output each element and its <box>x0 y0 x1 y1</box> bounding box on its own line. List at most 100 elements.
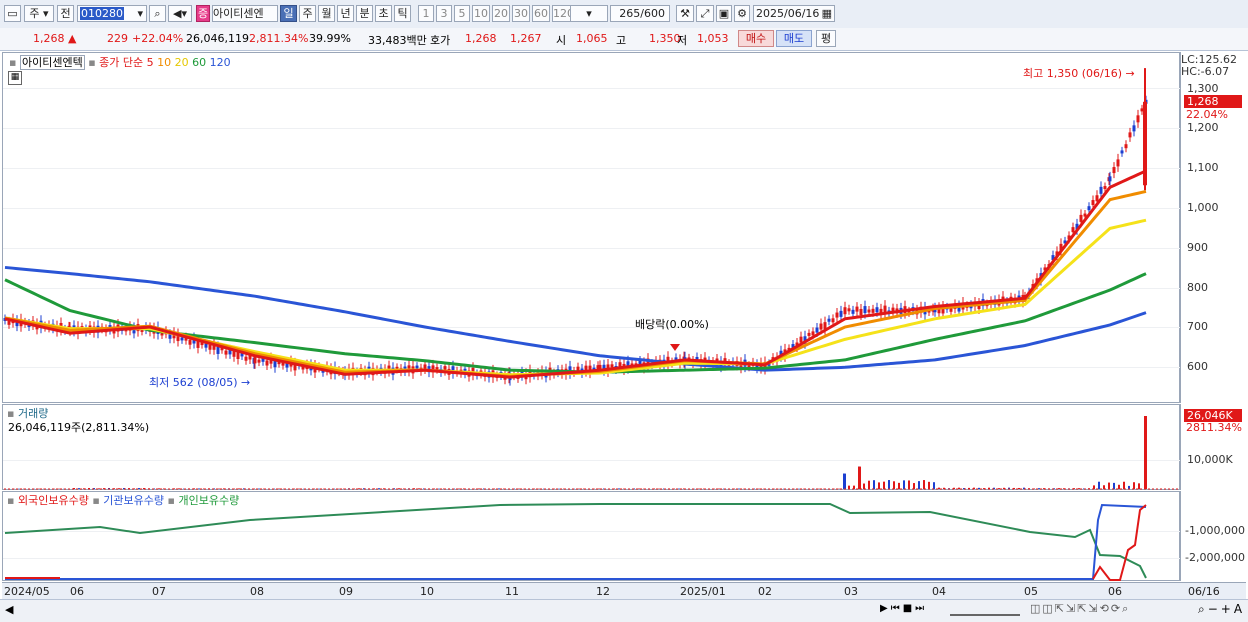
volume-bar <box>958 488 960 489</box>
volume-bar <box>893 481 895 489</box>
volume-bar <box>888 480 890 489</box>
candle-body <box>1104 186 1107 189</box>
ma-line-60 <box>5 274 1146 373</box>
volume-bar <box>1098 482 1100 489</box>
volume-bar <box>1103 485 1105 489</box>
candle-body <box>205 344 208 348</box>
volume-bar <box>883 482 885 489</box>
candle-body <box>611 364 614 367</box>
chart-plot <box>0 0 1248 621</box>
dividend-marker <box>670 344 680 351</box>
candle-body <box>209 345 212 350</box>
candle-body <box>852 310 855 314</box>
candle-body <box>816 328 819 333</box>
foreign-holders-line <box>1093 505 1146 580</box>
candle-body <box>1137 115 1140 122</box>
volume-bar <box>858 467 861 489</box>
candle-body <box>1109 176 1112 181</box>
volume-bar <box>1118 485 1120 489</box>
volume-bar <box>1108 483 1110 489</box>
candle-body <box>1096 195 1099 201</box>
candle-body <box>1121 150 1124 153</box>
candle-body <box>1129 132 1132 137</box>
volume-bar <box>928 482 930 489</box>
volume-bar <box>1113 483 1115 489</box>
ma-line-120 <box>5 267 1146 370</box>
volume-bar <box>198 488 200 489</box>
volume-bar <box>1058 488 1060 489</box>
last-candle <box>1143 102 1147 185</box>
candle-body <box>848 308 851 311</box>
volume-bar <box>98 488 100 489</box>
volume-bar <box>1133 482 1135 489</box>
volume-bar <box>1038 488 1040 489</box>
candle-body <box>225 351 228 355</box>
candle-body <box>868 310 871 313</box>
volume-bar <box>1018 488 1020 489</box>
candle-body <box>836 313 839 318</box>
candle-body <box>1133 125 1136 131</box>
volume-bar <box>903 480 905 489</box>
volume-bar <box>498 488 500 489</box>
volume-bar <box>918 481 920 489</box>
volume-bar <box>848 486 850 489</box>
volume-bar <box>1123 482 1125 489</box>
candle-body <box>237 352 240 359</box>
candle-body <box>820 324 823 330</box>
volume-bar <box>178 488 180 489</box>
candle-body <box>832 318 835 322</box>
candle-body <box>181 337 184 340</box>
volume-bar <box>923 480 925 489</box>
candle-body <box>217 347 220 354</box>
candle-body <box>856 307 859 312</box>
volume-bar <box>978 488 980 489</box>
candle-body <box>1072 227 1075 232</box>
volume-bar <box>873 480 875 489</box>
candle-body <box>884 306 887 313</box>
volume-bar <box>618 488 620 489</box>
candle-body <box>864 306 867 313</box>
volume-bar <box>853 486 855 489</box>
volume-bar <box>913 483 915 489</box>
volume-bar <box>933 482 935 489</box>
candle-body <box>577 367 580 371</box>
candle-body <box>800 337 803 343</box>
candle-body <box>1100 187 1103 194</box>
volume-bar <box>158 488 160 489</box>
volume-bar <box>998 488 1000 489</box>
volume-bar <box>378 488 380 489</box>
volume-bar <box>908 480 910 489</box>
candle-body <box>828 319 831 322</box>
candle-body <box>812 331 815 335</box>
volume-bar <box>898 483 900 489</box>
volume-bar <box>398 488 400 489</box>
candle-body <box>840 311 843 317</box>
candle-body <box>1113 167 1116 173</box>
candle-body <box>266 361 269 366</box>
volume-bar <box>138 488 140 489</box>
volume-bar <box>878 482 880 489</box>
volume-bar <box>843 474 846 489</box>
volume-bar <box>1093 485 1095 489</box>
volume-bar <box>238 488 240 489</box>
candle-body <box>1080 215 1083 222</box>
volume-bar <box>938 488 940 489</box>
volume-bar <box>418 488 420 489</box>
candle-body <box>245 357 248 361</box>
candle-body <box>1125 144 1128 148</box>
candle-body <box>258 360 261 363</box>
volume-bar <box>1144 416 1147 489</box>
candle-body <box>844 307 847 314</box>
candle-body <box>1117 159 1120 166</box>
candle-body <box>416 366 419 369</box>
volume-bar <box>1078 488 1080 489</box>
volume-bar <box>868 481 870 489</box>
candle-body <box>808 333 811 336</box>
candle-body <box>876 307 879 312</box>
volume-bar <box>358 488 360 489</box>
ma-line-5 <box>5 171 1146 377</box>
ma-line-10 <box>5 191 1146 376</box>
candle-body <box>1092 200 1095 205</box>
volume-bar <box>78 488 80 489</box>
inst-holders-line <box>5 505 1146 579</box>
